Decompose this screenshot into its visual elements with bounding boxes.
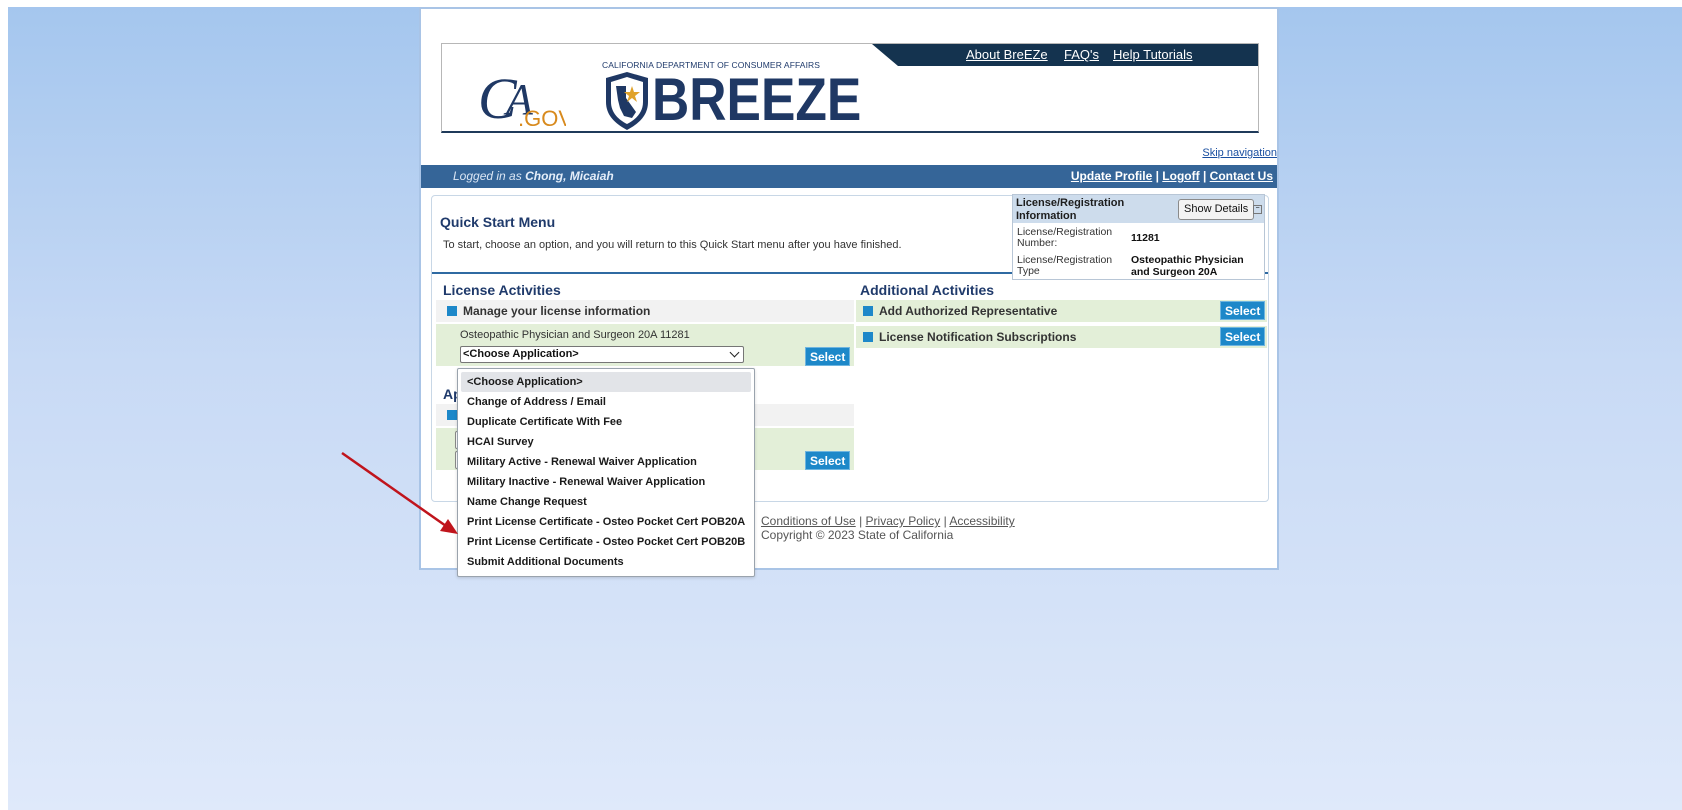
skip-navigation-link[interactable]: Skip navigation (1202, 147, 1277, 159)
left-strip (0, 0, 8, 810)
california-shield-icon (606, 72, 648, 130)
top-nav-notch (872, 44, 898, 66)
notification-subscriptions-row: License Notification Subscriptions Selec… (856, 326, 1267, 348)
dropdown-option[interactable]: Print License Certificate - Osteo Pocket… (461, 532, 751, 552)
bullet-square-icon (447, 306, 457, 316)
about-breeze-link[interactable]: About BreEZe (966, 47, 1048, 62)
user-links: Update Profile | Logoff | Contact Us (1071, 169, 1273, 183)
show-details-button[interactable]: Show Details (1178, 199, 1255, 220)
bullet-square-icon (863, 306, 873, 316)
footer-separator: | (943, 514, 947, 528)
applications-select-button[interactable]: Select (805, 451, 851, 470)
user-bar: Logged in as Chong, Micaiah Update Profi… (421, 165, 1277, 188)
dropdown-option[interactable]: Military Inactive - Renewal Waiver Appli… (461, 472, 751, 492)
bullet-square-icon (863, 332, 873, 342)
contact-us-link[interactable]: Contact Us (1210, 169, 1273, 183)
dropdown-option[interactable]: Duplicate Certificate With Fee (461, 412, 751, 432)
link-separator: | (1155, 169, 1159, 183)
bullet-square-icon (447, 410, 457, 420)
notification-subscriptions-select-button[interactable]: Select (1220, 327, 1266, 346)
chooser-value: <Choose Application> (463, 348, 579, 360)
quick-start-description: To start, choose an option, and you will… (443, 239, 902, 251)
logged-in-prefix: Logged in as (453, 169, 522, 183)
license-select-button[interactable]: Select (805, 347, 851, 366)
top-strip (0, 0, 1682, 7)
breeze-logo: BREEZE (652, 66, 862, 133)
authorized-rep-row: Add Authorized Representative Select (856, 300, 1267, 322)
link-separator: | (1202, 169, 1207, 183)
user-name: Chong, Micaiah (525, 169, 614, 183)
additional-activities-title: Additional Activities (860, 282, 995, 298)
top-nav: About BreEZe FAQ's Help Tutorials (872, 44, 1258, 66)
dropdown-option[interactable]: Print License Certificate - Osteo Pocket… (461, 512, 751, 532)
cagov-logo-icon[interactable]: C A .GOV (478, 60, 566, 130)
minus-icon[interactable]: − (1253, 205, 1262, 214)
faq-link[interactable]: FAQ's (1064, 47, 1099, 62)
dropdown-option[interactable]: Military Active - Renewal Waiver Applica… (461, 452, 751, 472)
header-banner: About BreEZe FAQ's Help Tutorials C A .G… (441, 43, 1259, 133)
license-activities-title: License Activities (443, 282, 561, 298)
license-type-value: Osteopathic Physician and Surgeon 20A (1131, 254, 1244, 278)
help-tutorials-link[interactable]: Help Tutorials (1113, 47, 1192, 62)
footer-links: Conditions of Use | Privacy Policy | Acc… (761, 514, 1015, 528)
license-line: Osteopathic Physician and Surgeon 20A 11… (460, 329, 690, 341)
manage-license-label: Manage your license information (463, 304, 651, 318)
copyright-text: Copyright © 2023 State of California (761, 528, 954, 542)
license-selection-row: Osteopathic Physician and Surgeon 20A 11… (436, 324, 854, 366)
license-info-title: License/Registration Information (1016, 197, 1125, 222)
license-type-label: License/Registration Type (1017, 254, 1113, 277)
dropdown-option[interactable]: Submit Additional Documents (461, 552, 751, 572)
logoff-link[interactable]: Logoff (1162, 169, 1199, 183)
manage-license-row: Manage your license information (436, 300, 854, 322)
dropdown-option[interactable]: Name Change Request (461, 492, 751, 512)
authorized-rep-select-button[interactable]: Select (1220, 301, 1266, 320)
choose-application-dropdown: <Choose Application> Change of Address /… (457, 368, 755, 577)
accessibility-link[interactable]: Accessibility (949, 514, 1014, 528)
update-profile-link[interactable]: Update Profile (1071, 169, 1152, 183)
svg-text:.GOV: .GOV (518, 106, 566, 130)
dropdown-option[interactable]: HCAI Survey (461, 432, 751, 452)
license-info-header: License/Registration Information Show De… (1013, 195, 1264, 223)
notification-subscriptions-label: License Notification Subscriptions (879, 330, 1077, 344)
logged-in-text: Logged in as Chong, Micaiah (453, 169, 614, 183)
privacy-policy-link[interactable]: Privacy Policy (866, 514, 941, 528)
quick-start-title: Quick Start Menu (440, 214, 556, 230)
conditions-of-use-link[interactable]: Conditions of Use (761, 514, 856, 528)
footer-separator: | (859, 514, 863, 528)
dropdown-option[interactable]: <Choose Application> (461, 372, 751, 392)
choose-application-select[interactable]: <Choose Application> (460, 346, 744, 363)
chevron-down-icon (729, 347, 740, 358)
license-info-box: License/Registration Information Show De… (1012, 194, 1265, 280)
authorized-rep-label: Add Authorized Representative (879, 304, 1058, 318)
license-number-value: 11281 (1131, 232, 1160, 244)
dropdown-option[interactable]: Change of Address / Email (461, 392, 751, 412)
license-number-label: License/Registration Number: (1017, 226, 1113, 249)
